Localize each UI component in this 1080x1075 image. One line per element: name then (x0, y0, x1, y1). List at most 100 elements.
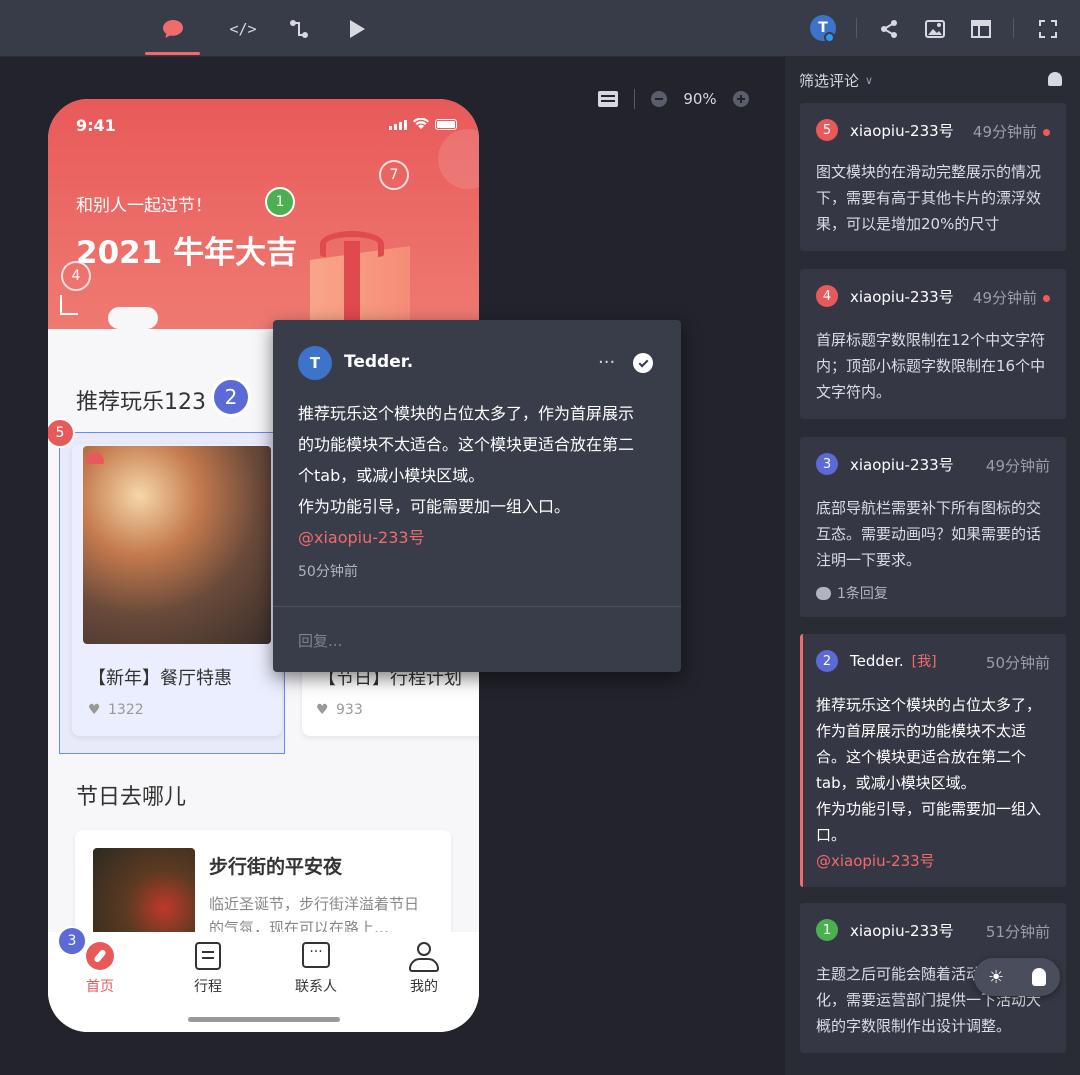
comment-line: 的功能模块不太适合。这个模块更适合放在第二 (298, 435, 635, 454)
chevron-down-icon[interactable]: ∨ (865, 74, 873, 87)
article-title: 步行街的平安夜 (209, 856, 343, 878)
likes-count: 1322 (108, 702, 144, 718)
bell-icon (86, 452, 104, 464)
comment-marker[interactable]: 7 (379, 160, 409, 190)
bell-icon[interactable] (1048, 72, 1062, 86)
comment-number: 4 (816, 285, 838, 307)
divider (634, 89, 635, 109)
comment-time: 51分钟前 (985, 923, 1050, 941)
reply-count-label: 1条回复 (837, 586, 888, 602)
code-icon[interactable]: </> (228, 14, 258, 44)
comment-text: 推荐玩乐这个模块的占位太多了，作为首屏展示 的功能模块不太适合。这个模块更适合放… (298, 398, 634, 553)
comment-card-active[interactable]: 2 Tedder. [我] 50分钟前 推荐玩乐这个模块的占位太多了， 作为首屏展示的… (800, 634, 1066, 887)
tab-profile[interactable]: 我的 (384, 942, 464, 996)
play-icon[interactable] (342, 14, 372, 44)
comment-author: xiaopiu-233号 (850, 921, 954, 940)
comment-line: 推荐玩乐这个模块的占位太多了，作为首屏展示 (298, 404, 635, 423)
share-icon[interactable] (874, 14, 904, 44)
list-icon (195, 942, 221, 970)
online-status-dot (824, 32, 835, 43)
keyboard-icon[interactable] (598, 91, 618, 107)
comment-header: 1 xiaopiu-233号 (816, 919, 954, 941)
card-image (83, 446, 271, 644)
section-title: 推荐玩乐123 (76, 390, 206, 415)
author-initial: T (309, 354, 321, 372)
comment-header: 3 xiaopiu-233号 (816, 453, 954, 475)
compass-icon (86, 942, 114, 970)
comment-time: 49分钟前 (973, 287, 1050, 308)
comment-body: 推荐玩乐这个模块的占位太多了， 作为首屏展示的功能模块不太适 合。这个模块更适合放在… (816, 692, 1052, 874)
comment-author: xiaopiu-233号 (850, 455, 954, 474)
unread-dot (1043, 295, 1050, 302)
panel-header: 筛选评论 ∨ (785, 57, 1080, 103)
comment-header: 4 xiaopiu-233号 (816, 285, 954, 307)
comment-card[interactable]: 3 xiaopiu-233号 49分钟前 底部导航栏需要补下所有图标的交 互态。需要… (800, 437, 1066, 617)
unread-dot (1043, 129, 1050, 136)
comment-icon[interactable] (158, 14, 188, 44)
zoom-controls: 90% (598, 88, 749, 110)
section-title: 节日去哪儿 (76, 785, 187, 810)
comment-time: 49分钟前 (973, 121, 1050, 142)
tab-label: 联系人 (295, 979, 337, 995)
divider (273, 606, 681, 607)
comment-author: Tedder. (850, 652, 904, 670)
mention-link[interactable]: @xiaopiu-233号 (298, 522, 634, 553)
home-indicator (188, 1017, 340, 1022)
comment-marker[interactable]: 1 (265, 187, 295, 217)
comment-time: 50分钟前 (298, 564, 358, 580)
comment-time: 49分钟前 (985, 457, 1050, 475)
header-title: 2021 牛年大吉 (76, 235, 298, 271)
comment-card[interactable]: 5 xiaopiu-233号 49分钟前 图文模块的在滑动完整展示的情况 下，需要有… (800, 103, 1066, 251)
comment-time: 50分钟前 (985, 654, 1050, 672)
layout-icon[interactable] (966, 14, 996, 44)
filter-dropdown[interactable]: 筛选评论 (799, 70, 859, 91)
recommend-card[interactable]: 【新年】餐厅特惠 ♥ 1322 (72, 444, 282, 736)
heart-icon: ♥ (316, 702, 329, 718)
resolve-check-icon[interactable] (633, 353, 653, 373)
tab-itinerary[interactable]: 行程 (168, 942, 248, 996)
flow-icon[interactable] (284, 14, 314, 44)
heart-icon: ♥ (88, 702, 101, 718)
status-icons (389, 118, 457, 130)
sun-icon[interactable]: ☀ (988, 967, 1004, 988)
comments-panel: 筛选评论 ∨ 5 xiaopiu-233号 49分钟前 图文模块的在滑动完整展示的… (785, 57, 1080, 1075)
theme-toggle: ☀ (974, 958, 1060, 996)
me-tag: [我] (911, 654, 937, 670)
author-avatar: T (298, 346, 332, 380)
comment-marker[interactable]: 2 (211, 377, 251, 417)
likes-count: 933 (336, 702, 363, 718)
reply-count[interactable]: 1条回复 (816, 583, 888, 603)
comment-line: 个tab，或减小模块区域。 (298, 466, 485, 485)
comment-card[interactable]: 4 xiaopiu-233号 49分钟前 首屏标题字数限制在12个中文字符 内；顶部… (800, 269, 1066, 419)
lightbulb-icon[interactable] (1032, 968, 1047, 986)
comment-number: 2 (816, 650, 838, 672)
person-icon (409, 942, 439, 972)
comment-popup: T Tedder. ··· 推荐玩乐这个模块的占位太多了，作为首屏展示 的功能模… (273, 320, 681, 672)
fullscreen-icon[interactable] (1033, 14, 1063, 44)
comment-marker[interactable]: 3 (57, 926, 87, 956)
zoom-out-icon[interactable] (651, 91, 667, 107)
comment-header: 5 xiaopiu-233号 (816, 119, 954, 141)
comment-body: 图文模块的在滑动完整展示的情况 下，需要有高于其他卡片的漂浮效 果，可以是增加20%… (816, 163, 1042, 233)
comment-number: 5 (816, 119, 838, 141)
status-time: 9:41 (76, 116, 116, 135)
image-icon[interactable] (920, 14, 950, 44)
top-toolbar: </> T (0, 0, 1080, 57)
chat-bubble-icon (816, 586, 831, 600)
zoom-in-icon[interactable] (733, 91, 749, 107)
comment-header: 2 Tedder. [我] (816, 650, 937, 672)
more-icon[interactable]: ··· (598, 352, 615, 373)
banner: 9:41 和别人一起过节！ 2021 牛年大吉 (48, 99, 479, 337)
tab-label: 我的 (410, 979, 438, 995)
active-tab-indicator (145, 52, 200, 55)
bottom-tab-bar: 首页 行程 ··· 联系人 我的 (48, 932, 479, 1032)
comment-author: xiaopiu-233号 (850, 121, 954, 140)
tab-contacts[interactable]: ··· 联系人 (276, 942, 356, 996)
comment-marker[interactable]: 4 (61, 261, 91, 291)
reply-input[interactable]: 回复... (298, 630, 342, 651)
tab-label: 首页 (86, 979, 114, 995)
gift-illustration (310, 227, 440, 337)
author-name: Tedder. (344, 352, 414, 372)
tab-label: 行程 (194, 979, 222, 995)
mention-link[interactable]: @xiaopiu-233号 (816, 848, 1052, 874)
